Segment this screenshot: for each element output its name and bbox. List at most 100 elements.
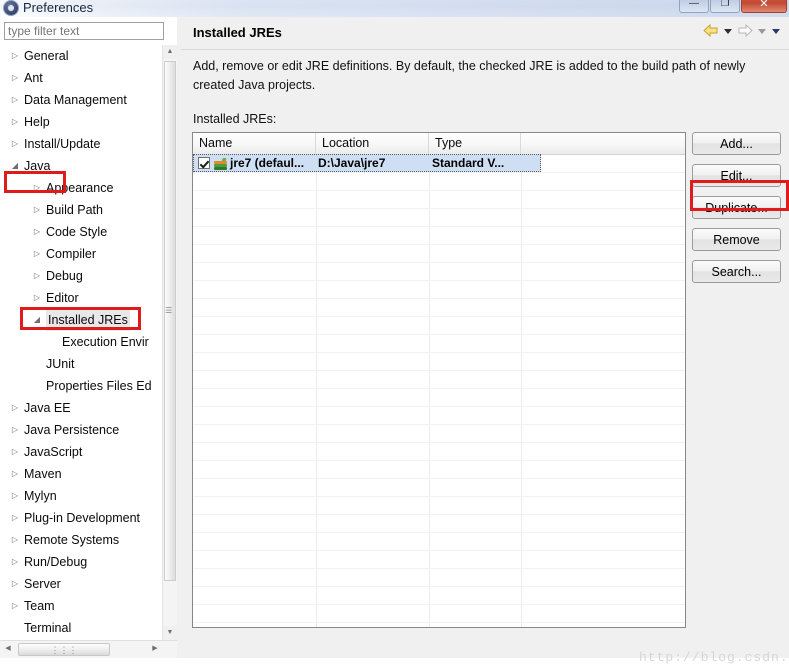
sidebar-item-plug-in-development[interactable]: ▷Plug-in Development: [0, 507, 163, 529]
page-title: Installed JREs: [193, 25, 282, 40]
duplicate-button[interactable]: Duplicate...: [692, 196, 781, 219]
grid-column-line: [316, 154, 317, 627]
tree-collapsed-arrow-icon[interactable]: ▷: [9, 507, 21, 529]
sidebar-item-properties-files-ed[interactable]: Properties Files Ed: [0, 375, 163, 397]
maximize-button[interactable]: ❐: [710, 0, 740, 13]
tree-collapsed-arrow-icon[interactable]: ▷: [9, 89, 21, 111]
sidebar-item-terminal[interactable]: Terminal: [0, 617, 163, 639]
sidebar-item-label: Code Style: [46, 221, 107, 243]
tree-collapsed-arrow-icon[interactable]: ▷: [9, 111, 21, 133]
tree-collapsed-arrow-icon[interactable]: ▷: [9, 133, 21, 155]
installed-jres-label: Installed JREs:: [193, 112, 276, 126]
sidebar-item-help[interactable]: ▷Help: [0, 111, 163, 133]
sidebar-item-installed-jres[interactable]: ◢Installed JREs: [0, 309, 163, 331]
sidebar-item-code-style[interactable]: ▷Code Style: [0, 221, 163, 243]
tree-collapsed-arrow-icon[interactable]: ▷: [9, 485, 21, 507]
add-button[interactable]: Add...: [692, 132, 781, 155]
sidebar-item-java-persistence[interactable]: ▷Java Persistence: [0, 419, 163, 441]
sidebar-item-data-management[interactable]: ▷Data Management: [0, 89, 163, 111]
sidebar-vscroll-thumb[interactable]: [164, 61, 176, 581]
back-arrow-icon[interactable]: [703, 23, 719, 38]
sidebar-item-run-debug[interactable]: ▷Run/Debug: [0, 551, 163, 573]
jre-default-checkbox[interactable]: [198, 157, 210, 169]
tree-collapsed-arrow-icon[interactable]: ▷: [31, 265, 43, 287]
sidebar-item-compiler[interactable]: ▷Compiler: [0, 243, 163, 265]
window-title-bar: Preferences — ❐ ✕: [0, 0, 789, 17]
scroll-right-icon[interactable]: ▶: [147, 641, 163, 657]
sidebar-item-execution-envir[interactable]: Execution Envir: [0, 331, 163, 353]
minimize-button[interactable]: —: [679, 0, 709, 13]
sidebar-item-editor[interactable]: ▷Editor: [0, 287, 163, 309]
sidebar-item-maven[interactable]: ▷Maven: [0, 463, 163, 485]
column-header-type[interactable]: Type: [429, 133, 521, 154]
sidebar-item-appearance[interactable]: ▷Appearance: [0, 177, 163, 199]
tree-expanded-arrow-icon[interactable]: ◢: [9, 155, 21, 177]
sidebar-item-label: General: [24, 45, 68, 67]
tree-collapsed-arrow-icon[interactable]: ▷: [31, 243, 43, 265]
table-empty-row: [193, 550, 685, 551]
sidebar-item-label: Execution Envir: [62, 331, 149, 353]
sidebar-item-general[interactable]: ▷General: [0, 45, 163, 67]
sidebar-item-install-update[interactable]: ▷Install/Update: [0, 133, 163, 155]
sidebar-hscroll-thumb[interactable]: ⋮⋮⋮: [18, 643, 110, 656]
search-input[interactable]: [4, 22, 164, 40]
minimize-icon: —: [680, 0, 708, 9]
scroll-up-icon[interactable]: ▲: [163, 45, 177, 59]
tree-collapsed-arrow-icon[interactable]: ▷: [9, 463, 21, 485]
tree-expanded-arrow-icon[interactable]: ◢: [31, 309, 43, 331]
search-button[interactable]: Search...: [692, 260, 781, 283]
preferences-sidebar: ▷General▷Ant▷Data Management▷Help▷Instal…: [0, 17, 177, 658]
remove-button[interactable]: Remove: [692, 228, 781, 251]
tree-collapsed-arrow-icon[interactable]: ▷: [31, 221, 43, 243]
back-history-chevron-down-icon[interactable]: [723, 24, 733, 38]
tree-collapsed-arrow-icon[interactable]: ▷: [31, 177, 43, 199]
sidebar-item-label: Java: [24, 155, 50, 177]
table-empty-row: [193, 244, 685, 245]
view-menu-chevron-down-icon[interactable]: [771, 24, 781, 38]
sidebar-item-build-path[interactable]: ▷Build Path: [0, 199, 163, 221]
tree-collapsed-arrow-icon[interactable]: ▷: [9, 573, 21, 595]
sidebar-item-ant[interactable]: ▷Ant: [0, 67, 163, 89]
table-empty-row: [193, 460, 685, 461]
scroll-down-icon[interactable]: ▼: [163, 626, 177, 640]
sidebar-item-label: JavaScript: [24, 441, 82, 463]
tree-collapsed-arrow-icon[interactable]: ▷: [9, 595, 21, 617]
sidebar-item-java-ee[interactable]: ▷Java EE: [0, 397, 163, 419]
scroll-left-icon[interactable]: ◀: [0, 641, 16, 657]
sidebar-item-java[interactable]: ◢Java: [0, 155, 163, 177]
sidebar-item-team[interactable]: ▷Team: [0, 595, 163, 617]
table-row[interactable]: jre7 (defaul... D:\Java\jre7 Standard V.…: [193, 154, 541, 172]
table-empty-row: [193, 172, 685, 173]
sidebar-item-server[interactable]: ▷Server: [0, 573, 163, 595]
jre-actions-button-column: Add... Edit... Duplicate... Remove Searc…: [692, 132, 784, 292]
edit-button[interactable]: Edit...: [692, 164, 781, 187]
sidebar-horizontal-scrollbar[interactable]: ◀ ⋮⋮⋮ ▶: [0, 640, 177, 658]
sidebar-item-debug[interactable]: ▷Debug: [0, 265, 163, 287]
sidebar-item-mylyn[interactable]: ▷Mylyn: [0, 485, 163, 507]
tree-collapsed-arrow-icon[interactable]: ▷: [9, 551, 21, 573]
tree-collapsed-arrow-icon[interactable]: ▷: [9, 397, 21, 419]
navigation-toolbar: [703, 23, 781, 38]
sidebar-item-junit[interactable]: JUnit: [0, 353, 163, 375]
tree-collapsed-arrow-icon[interactable]: ▷: [9, 45, 21, 67]
installed-jres-table[interactable]: Name Location Type jre7 (defaul...: [192, 132, 686, 628]
close-button[interactable]: ✕: [741, 0, 787, 13]
tree-collapsed-arrow-icon[interactable]: ▷: [9, 67, 21, 89]
tree-collapsed-arrow-icon[interactable]: ▷: [9, 441, 21, 463]
page-description: Add, remove or edit JRE definitions. By …: [193, 57, 773, 95]
column-header-extra[interactable]: [521, 133, 685, 154]
preferences-tree[interactable]: ▷General▷Ant▷Data Management▷Help▷Instal…: [0, 45, 163, 640]
tree-collapsed-arrow-icon[interactable]: ▷: [9, 419, 21, 441]
table-empty-row: [193, 226, 685, 227]
sidebar-item-label: Java EE: [24, 397, 71, 419]
preferences-content-panel: Installed JREs Add, remove or edit JRE: [181, 17, 789, 658]
column-header-location[interactable]: Location: [316, 133, 429, 154]
column-header-name[interactable]: Name: [193, 133, 316, 154]
tree-collapsed-arrow-icon[interactable]: ▷: [31, 287, 43, 309]
tree-collapsed-arrow-icon[interactable]: ▷: [9, 529, 21, 551]
sidebar-item-remote-systems[interactable]: ▷Remote Systems: [0, 529, 163, 551]
sidebar-vertical-scrollbar[interactable]: ▲ ☰ ▼: [162, 45, 177, 640]
sidebar-item-javascript[interactable]: ▷JavaScript: [0, 441, 163, 463]
tree-collapsed-arrow-icon[interactable]: ▷: [31, 199, 43, 221]
sidebar-item-label: Terminal: [24, 617, 71, 639]
